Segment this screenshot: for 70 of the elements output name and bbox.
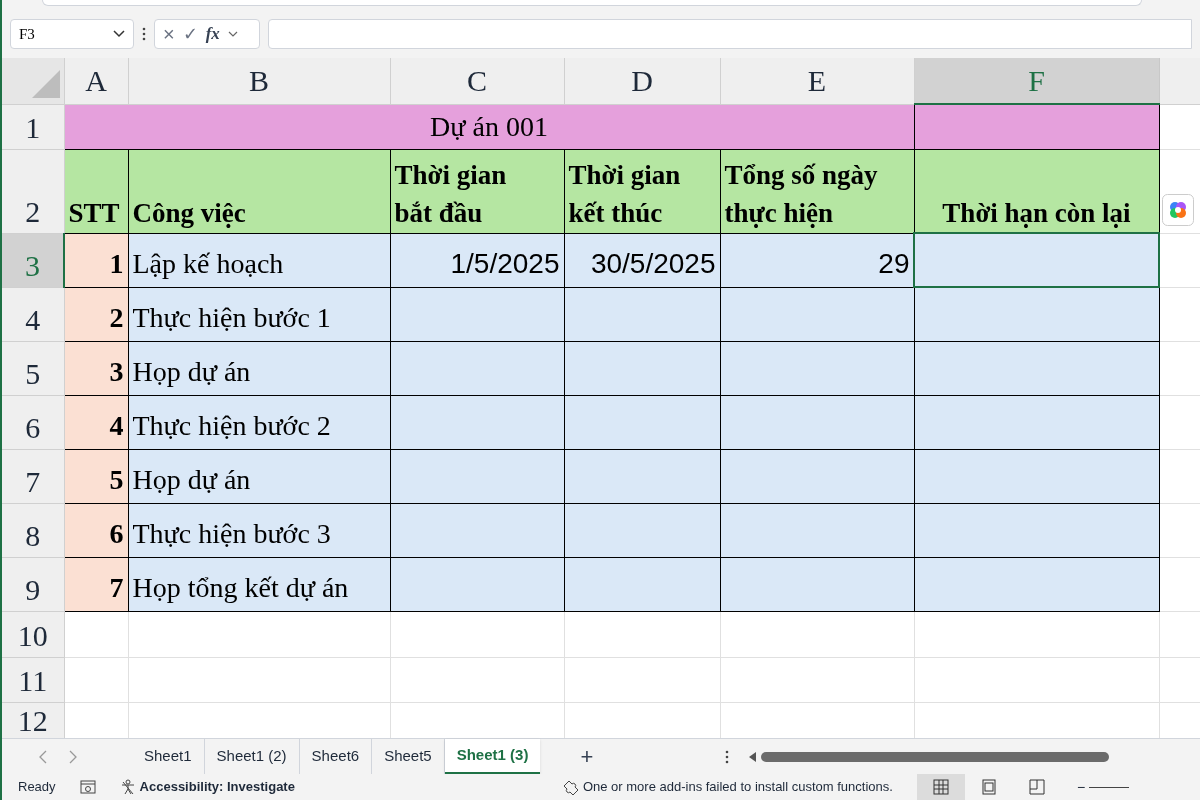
table-cell: Họp dự án bbox=[128, 449, 390, 503]
table-cell: Công việc bbox=[128, 149, 390, 233]
table-cell: 2 bbox=[64, 287, 128, 341]
copilot-icon[interactable] bbox=[1162, 194, 1194, 226]
column-header[interactable]: E bbox=[720, 58, 914, 104]
normal-view-icon bbox=[931, 778, 950, 796]
row-header[interactable]: 2 bbox=[2, 149, 64, 233]
table-cell: Lập kế hoạch bbox=[128, 233, 390, 287]
insert-function-button[interactable]: fx bbox=[205, 21, 220, 47]
accessibility-button[interactable]: Accessibility: Investigate bbox=[139, 777, 295, 797]
table-cell: Dự án 001 bbox=[64, 104, 914, 149]
table-cell bbox=[64, 657, 128, 702]
status-text: Ready bbox=[18, 778, 56, 797]
status-message: One or more add-ins failed to install custom functions. bbox=[582, 778, 893, 797]
table-cell: Thời gian bắt đầu bbox=[390, 149, 564, 233]
table-cell: Thực hiện bước 2 bbox=[128, 395, 390, 449]
name-box[interactable]: F3 bbox=[10, 19, 134, 49]
table-cell: 1/5/2025 bbox=[390, 233, 564, 287]
normal-view-button[interactable] bbox=[916, 774, 965, 800]
row-header[interactable]: 12 bbox=[2, 702, 64, 738]
column-header[interactable]: B bbox=[128, 58, 390, 104]
more-icon[interactable] bbox=[725, 749, 730, 764]
sheet-tab[interactable]: Sheet1 (3) bbox=[444, 739, 541, 774]
row-header[interactable]: 4 bbox=[2, 287, 64, 341]
row-header[interactable]: 3 bbox=[2, 233, 64, 287]
table-cell: 29 bbox=[720, 233, 914, 287]
cancel-button[interactable]: × bbox=[163, 19, 175, 49]
table-cell: Thời gian kết thúc bbox=[564, 149, 720, 233]
table-cell: 5 bbox=[64, 449, 128, 503]
column-header[interactable]: C bbox=[390, 58, 564, 104]
table-cell: Họp tổng kết dự án bbox=[128, 557, 390, 611]
macro-record-icon[interactable] bbox=[79, 780, 96, 794]
enter-button[interactable]: ✓ bbox=[182, 20, 198, 48]
row-header[interactable]: 1 bbox=[2, 104, 64, 149]
table-cell: 7 bbox=[64, 557, 128, 611]
row-header[interactable]: 7 bbox=[2, 449, 64, 503]
table-cell: Thực hiện bước 3 bbox=[128, 503, 390, 557]
table-cell: 6 bbox=[64, 503, 128, 557]
row-header[interactable]: 9 bbox=[2, 557, 64, 611]
table-cell: 3 bbox=[64, 341, 128, 395]
formula-input-field[interactable] bbox=[268, 19, 1192, 49]
table-cell: Thực hiện bước 1 bbox=[128, 287, 390, 341]
column-header[interactable]: D bbox=[564, 58, 720, 104]
caret-icon bbox=[227, 31, 238, 37]
column-header[interactable] bbox=[1159, 58, 1200, 104]
next-sheet-icon[interactable] bbox=[68, 749, 78, 764]
row-header[interactable]: 6 bbox=[2, 395, 64, 449]
table-cell: 4 bbox=[64, 395, 128, 449]
row-header[interactable]: 11 bbox=[2, 657, 64, 702]
table-cell: Tổng số ngày thực hiện bbox=[720, 149, 914, 233]
row-header[interactable]: 10 bbox=[2, 611, 64, 657]
table-cell bbox=[64, 611, 128, 657]
caret-icon bbox=[113, 30, 125, 38]
add-sheet-button[interactable]: + bbox=[580, 740, 594, 773]
table-cell: 1 bbox=[64, 233, 128, 287]
more-icon[interactable] bbox=[142, 27, 146, 41]
row-header[interactable]: 8 bbox=[2, 503, 64, 557]
table-cell: Thời hạn còn lại bbox=[914, 149, 1159, 233]
horizontal-scrollbar[interactable] bbox=[749, 749, 1110, 764]
page-break-icon bbox=[1027, 778, 1046, 796]
table-cell: Họp dự án bbox=[128, 341, 390, 395]
table-cell: 30/5/2025 bbox=[564, 233, 720, 287]
table-cell: STT bbox=[64, 149, 128, 233]
zoom-out-button[interactable]: − bbox=[1076, 776, 1086, 798]
column-header[interactable]: F bbox=[914, 58, 1159, 104]
page-layout-icon bbox=[979, 778, 998, 796]
row-header[interactable]: 5 bbox=[2, 341, 64, 395]
column-header[interactable]: A bbox=[64, 58, 128, 104]
previous-sheet-icon[interactable] bbox=[38, 749, 48, 764]
accessibility-icon bbox=[119, 779, 136, 795]
